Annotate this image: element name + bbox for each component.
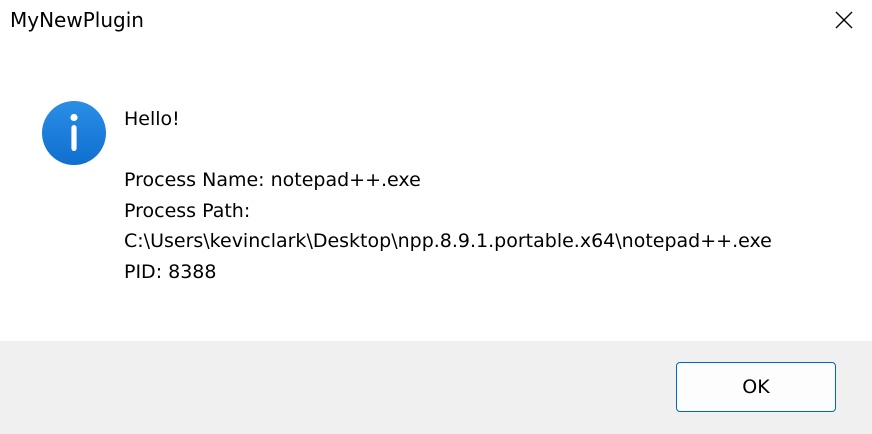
message-text: Hello! Process Name: notepad++.exe Proce… (124, 104, 772, 287)
process-path-value: C:\Users\kevinclark\Desktop\npp.8.9.1.po… (124, 230, 772, 252)
ok-button[interactable]: OK (676, 362, 836, 412)
title-bar[interactable]: MyNewPlugin (0, 0, 872, 40)
close-button[interactable] (816, 0, 872, 40)
greeting-text: Hello! (124, 108, 180, 130)
close-icon (835, 11, 853, 29)
pid-text: PID: 8388 (124, 260, 217, 283)
message-box-dialog: MyNewPlugin Hello! Process Name: notepad… (0, 0, 872, 434)
process-path-label: Process Path: (124, 199, 251, 222)
info-icon (42, 101, 106, 165)
process-name-text: Process Name: notepad++.exe (124, 169, 421, 191)
window-title: MyNewPlugin (10, 8, 144, 32)
button-bar: OK (0, 341, 872, 434)
message-content: Hello! Process Name: notepad++.exe Proce… (0, 40, 872, 341)
